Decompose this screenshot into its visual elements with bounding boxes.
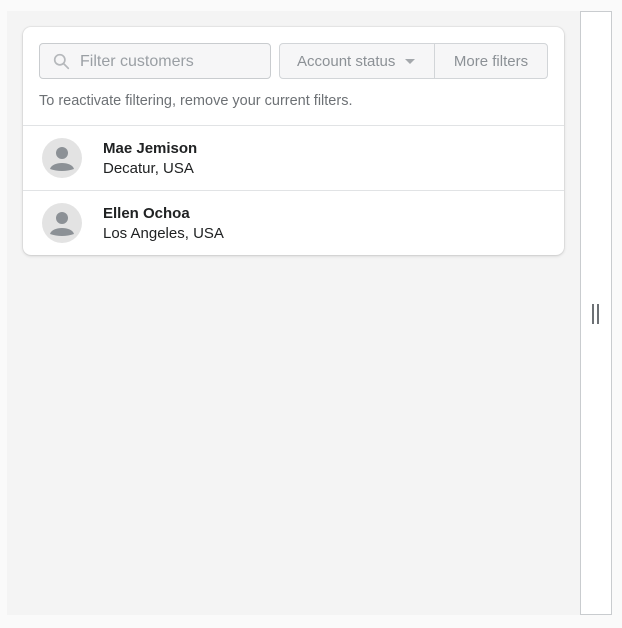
app-frame: Filter customers Account status More fil… bbox=[7, 11, 611, 615]
customer-location: Los Angeles, USA bbox=[103, 225, 224, 242]
customer-list: Mae Jemison Decatur, USA Ellen Ochoa Los… bbox=[23, 125, 564, 255]
customer-location: Decatur, USA bbox=[103, 160, 194, 177]
list-item[interactable]: Mae Jemison Decatur, USA bbox=[23, 125, 564, 190]
customer-name: Ellen Ochoa bbox=[103, 205, 190, 222]
avatar bbox=[42, 203, 82, 243]
filter-button-group: Account status More filters bbox=[279, 43, 548, 79]
more-filters-label: More filters bbox=[453, 52, 529, 70]
customer-name: Mae Jemison bbox=[103, 140, 198, 157]
list-item[interactable]: Ellen Ochoa Los Angeles, USA bbox=[23, 190, 564, 255]
customer-list-card: Filter customers Account status More fil… bbox=[23, 27, 564, 255]
avatar bbox=[42, 138, 82, 178]
account-status-label: Account status bbox=[297, 52, 396, 70]
filter-notice: To reactivate filtering, remove your cur… bbox=[39, 93, 353, 109]
search-placeholder: Filter customers bbox=[80, 53, 194, 70]
search-input[interactable]: Filter customers bbox=[39, 43, 271, 79]
account-status-button[interactable]: Account status bbox=[280, 44, 435, 78]
filter-bar: Filter customers Account status More fil… bbox=[39, 43, 548, 79]
more-filters-button[interactable]: More filters bbox=[435, 44, 547, 78]
search-icon bbox=[53, 53, 70, 70]
person-icon bbox=[50, 147, 74, 171]
person-icon bbox=[50, 212, 74, 236]
caret-down-icon bbox=[405, 59, 416, 64]
drag-handle-icon[interactable] bbox=[591, 304, 600, 324]
resize-panel bbox=[580, 11, 612, 615]
